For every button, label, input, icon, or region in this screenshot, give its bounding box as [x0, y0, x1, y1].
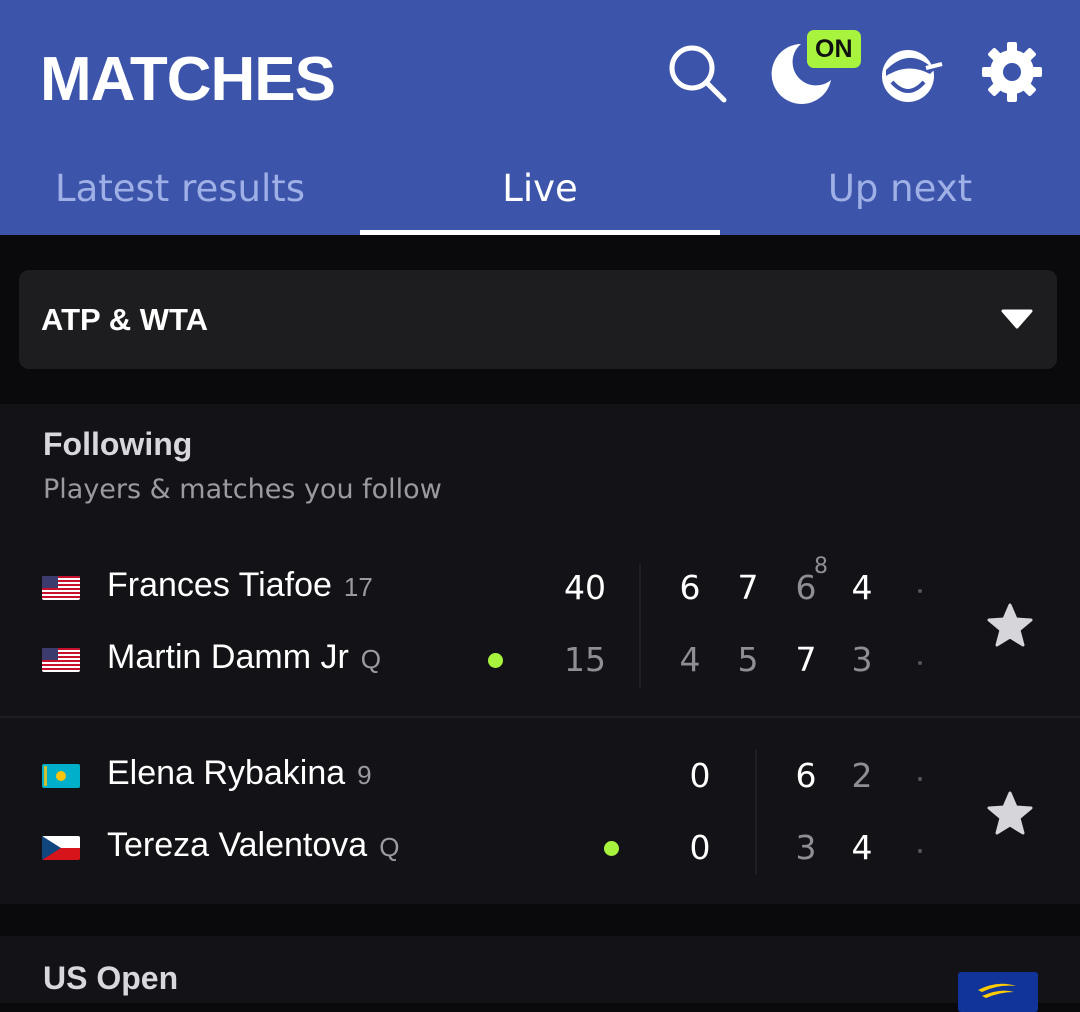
player-name[interactable]: Frances Tiafoe 17	[107, 566, 373, 605]
following-section: Following Players & matches you follow F…	[0, 404, 1080, 904]
chevron-down-icon	[1001, 309, 1033, 329]
empty-set-dot	[918, 849, 922, 853]
game-point-score: 15	[564, 640, 606, 679]
flag-usa-icon	[42, 648, 80, 672]
gear-icon[interactable]	[980, 40, 1044, 104]
match-card[interactable]: Frances Tiafoe 17 40 Martin Damm Jr Q 15 6…	[0, 544, 1080, 716]
tab-up-next[interactable]: Up next	[720, 150, 1080, 235]
score-divider	[639, 564, 641, 688]
player-seed: 9	[357, 760, 372, 790]
set-score: 3	[851, 640, 873, 679]
favorite-star-icon[interactable]	[986, 602, 1034, 650]
flag-czech-icon	[42, 836, 80, 860]
set-score: 6	[795, 756, 817, 795]
set-score: 2	[851, 756, 873, 795]
dark-mode-toggle[interactable]: ON	[770, 30, 862, 106]
player-seed: 17	[343, 572, 373, 602]
profile-icon[interactable]	[878, 42, 944, 108]
app-header: MATCHES ON Latest results Live Up next	[0, 0, 1080, 235]
flag-usa-icon	[42, 576, 80, 600]
filter-selected-value: ATP & WTA	[41, 302, 209, 337]
set-score: 4	[851, 828, 873, 867]
game-point-score: 0	[689, 828, 711, 867]
game-point-score: 0	[689, 756, 711, 795]
tiebreak-score: 8	[814, 554, 828, 579]
set-score: 6	[679, 568, 701, 607]
set-score: 7	[795, 640, 817, 679]
tournament-title: US Open	[43, 960, 179, 996]
set-score: 3	[795, 828, 817, 867]
tour-filter-dropdown[interactable]: ATP & WTA	[19, 270, 1057, 369]
player-name[interactable]: Martin Damm Jr Q	[107, 638, 381, 677]
section-subtitle: Players & matches you follow	[43, 474, 442, 505]
empty-set-dot	[918, 589, 922, 593]
serving-indicator	[488, 653, 503, 668]
match-card[interactable]: Elena Rybakina 9 0 Tereza Valentova Q 0 6 …	[0, 730, 1080, 902]
us-open-logo-icon	[958, 972, 1038, 1012]
serving-indicator	[604, 841, 619, 856]
tab-live[interactable]: Live	[360, 150, 720, 235]
player-seed: Q	[379, 832, 400, 862]
tab-bar: Latest results Live Up next	[0, 150, 1080, 235]
player-seed: Q	[360, 644, 382, 674]
empty-set-dot	[918, 777, 922, 781]
on-badge: ON	[807, 30, 861, 68]
favorite-star-icon[interactable]	[986, 790, 1034, 838]
page-title: MATCHES	[40, 45, 336, 114]
set-score: 5	[737, 640, 759, 679]
score-divider	[755, 750, 757, 874]
tournament-section[interactable]: US Open	[0, 936, 1080, 1003]
player-name[interactable]: Elena Rybakina 9	[107, 754, 372, 793]
set-score: 4	[851, 568, 873, 607]
tab-latest-results[interactable]: Latest results	[0, 150, 360, 235]
set-score: 4	[679, 640, 701, 679]
empty-set-dot	[918, 661, 922, 665]
section-title: Following	[43, 426, 193, 462]
flag-kazakhstan-icon	[42, 764, 80, 788]
set-score: 7	[737, 568, 759, 607]
player-name[interactable]: Tereza Valentova Q	[107, 826, 399, 865]
match-divider	[0, 716, 1080, 718]
search-icon[interactable]	[666, 42, 728, 104]
game-point-score: 40	[564, 568, 606, 607]
